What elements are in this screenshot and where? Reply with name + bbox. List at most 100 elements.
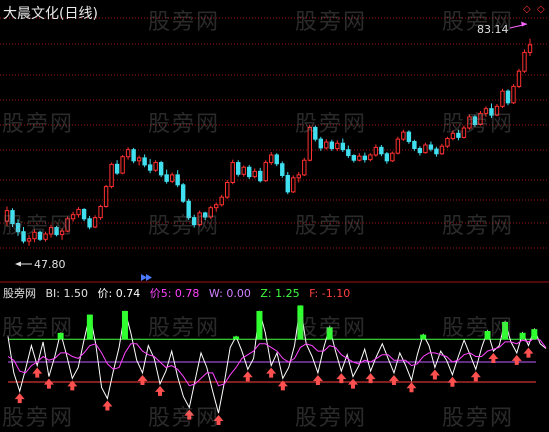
arrow-up-icon: [155, 385, 166, 396]
legend-jia5: 价5: 0.78: [149, 287, 200, 300]
candle-body: [125, 149, 131, 158]
arrow-up-icon: [184, 409, 195, 420]
candle: [10, 208, 15, 227]
legend-f: F: -1.10: [309, 287, 351, 300]
candle: [307, 125, 312, 162]
arrow-up-icon: [32, 367, 43, 378]
candle-body: [54, 227, 59, 236]
candle-body: [302, 159, 307, 176]
candle: [43, 231, 48, 242]
candle: [395, 136, 401, 155]
candle-body: [186, 200, 191, 219]
arrow-up-icon: [102, 400, 113, 411]
candle-body: [428, 144, 434, 150]
candle: [131, 147, 136, 164]
candle: [401, 129, 406, 141]
candle-body: [439, 145, 445, 155]
green-signal-bar: [297, 305, 304, 340]
panel-divider-icon: [141, 274, 152, 281]
candle: [450, 130, 456, 141]
indicator-name[interactable]: 股旁网: [3, 287, 36, 300]
candle-body: [423, 144, 428, 154]
chart-title: 大晨文化(日线): [3, 6, 98, 22]
candle: [15, 219, 21, 236]
green-signal-bar: [484, 331, 491, 340]
arrow-up-icon: [523, 347, 534, 358]
candle-body: [445, 138, 450, 147]
diamond-icon[interactable]: ◇: [537, 5, 545, 15]
candle-body: [98, 206, 103, 219]
candle: [417, 146, 423, 156]
arrow-up-icon: [447, 376, 458, 387]
candle: [164, 169, 169, 184]
candle-body: [357, 155, 362, 161]
candle-body: [147, 164, 153, 171]
candle-body: [225, 181, 230, 198]
candle: [114, 160, 120, 175]
candle: [87, 215, 92, 230]
candle: [379, 145, 384, 157]
legend-jia: 价: 0.74: [97, 287, 141, 300]
green-signal-bar: [86, 314, 93, 340]
candle: [324, 139, 329, 150]
arrow-up-icon: [388, 374, 399, 385]
candle: [26, 235, 32, 246]
candle-body: [142, 157, 147, 166]
chart-window: 大晨文化(日线) ◇ ◇ 83.14 47.80 股旁网 BI: 1.50 价:…: [0, 0, 549, 431]
indicator-markers: [14, 305, 538, 426]
candle-body: [489, 108, 494, 116]
candle: [252, 168, 257, 179]
green-signal-bar: [420, 334, 427, 340]
candle: [241, 165, 246, 177]
candle: [527, 38, 533, 56]
candle: [384, 152, 390, 164]
candle: [346, 145, 351, 158]
candle-body: [219, 196, 224, 206]
arrow-up-icon: [43, 378, 54, 389]
candle-body: [48, 227, 54, 235]
candle-body: [175, 174, 180, 186]
candle-body: [59, 230, 65, 236]
candle-body: [197, 212, 202, 226]
candle-body: [500, 90, 505, 107]
candlestick-series[interactable]: [4, 38, 533, 246]
candle-body: [494, 105, 500, 116]
candle-body: [247, 166, 252, 178]
arrow-up-icon: [14, 393, 25, 404]
candle-body: [390, 152, 395, 162]
legend-bi: BI: 1.50: [45, 287, 89, 300]
candle-body: [280, 163, 285, 176]
candle-body: [307, 126, 312, 161]
candle-body: [291, 177, 296, 193]
candle-body: [450, 132, 456, 140]
candle: [186, 198, 191, 220]
candle: [21, 227, 26, 244]
candle: [335, 140, 340, 151]
candle: [4, 206, 10, 226]
candle: [478, 111, 483, 126]
candle-body: [456, 132, 461, 138]
candle: [390, 151, 395, 162]
diamond-icon[interactable]: ◇: [523, 5, 531, 15]
arrow-up-icon: [312, 374, 323, 385]
chart-canvas[interactable]: [0, 0, 549, 428]
candle: [258, 167, 263, 183]
candle: [357, 153, 362, 162]
candle-body: [153, 162, 158, 171]
candle-body: [269, 154, 274, 164]
arrow-up-icon: [406, 382, 417, 393]
candle-body: [461, 127, 467, 138]
candle-body: [296, 174, 301, 179]
candle: [445, 136, 450, 148]
candle-body: [511, 85, 516, 104]
candle: [368, 153, 373, 162]
candle: [59, 228, 65, 240]
candle-body: [516, 70, 522, 87]
candle-body: [395, 138, 401, 154]
candle: [340, 138, 346, 153]
low-price-label: 47.80: [34, 258, 66, 271]
candle: [175, 170, 180, 188]
candle: [291, 175, 296, 194]
candle-body: [505, 90, 511, 104]
green-signal-bar: [519, 332, 526, 340]
